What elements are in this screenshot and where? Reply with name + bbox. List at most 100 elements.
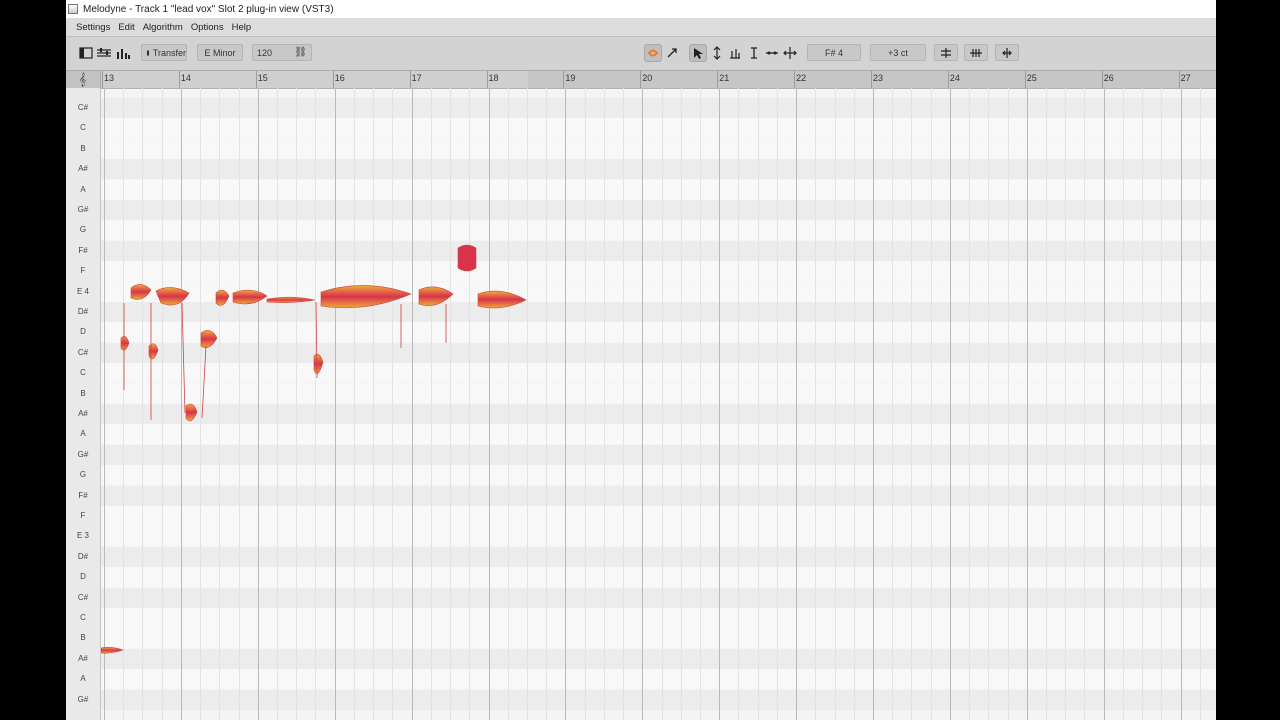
- pitch-key-label: G: [79, 225, 87, 235]
- amplitude-tool-icon[interactable]: [746, 45, 762, 61]
- pitch-key-label: C: [80, 123, 86, 133]
- ruler-bar-number: 25: [1026, 73, 1037, 83]
- ruler-tick: [102, 71, 103, 88]
- note-blob[interactable]: [477, 290, 527, 309]
- menu-algorithm[interactable]: Algorithm: [143, 22, 183, 33]
- main-tool-icon[interactable]: [644, 44, 662, 62]
- ruler-bar-number: 17: [411, 73, 422, 83]
- ruler-bar-number: 24: [949, 73, 960, 83]
- pitch-key-label: A#: [78, 653, 88, 663]
- bars-chart-icon[interactable]: [115, 45, 131, 61]
- key-selector[interactable]: E Minor: [197, 44, 243, 61]
- note-blob[interactable]: [215, 289, 230, 306]
- melodyne-window: Melodyne - Track 1 "lead vox" Slot 2 plu…: [66, 0, 1216, 720]
- note-blob[interactable]: [130, 284, 152, 300]
- pitch-key-label: C#: [77, 592, 89, 602]
- tempo-value: 120: [257, 47, 273, 58]
- menu-edit[interactable]: Edit: [118, 22, 134, 33]
- note-blob[interactable]: [155, 287, 190, 306]
- note-blob[interactable]: [185, 403, 198, 422]
- transfer-label: Transfer: [152, 47, 186, 58]
- window-title: Melodyne - Track 1 "lead vox" Slot 2 plu…: [83, 3, 334, 15]
- pitch-key-label: F#: [78, 490, 88, 500]
- clef-icon[interactable]: 𝄞: [79, 72, 86, 87]
- pitch-key-label: F#: [78, 245, 88, 255]
- pitch-key-label: G#: [77, 205, 89, 214]
- note-editor-grid[interactable]: [101, 88, 1216, 720]
- note-blob[interactable]: [320, 285, 412, 309]
- app-icon: [68, 4, 78, 14]
- ruler-tick: [717, 71, 719, 88]
- ruler-tick: [1101, 71, 1103, 88]
- ruler-tick: [486, 71, 488, 88]
- toolbar: Transfer E Minor 120 ⛓ F# 4 +3 ct: [66, 37, 1216, 71]
- pitch-readout[interactable]: F# 4: [807, 44, 861, 61]
- quantize-time-icon[interactable]: [964, 44, 988, 61]
- ruler-bar-number: 27: [1180, 73, 1191, 83]
- pitch-ruler[interactable]: C# C B A# A G# G F# F E 4 D# D C# C B A# A G# G F# F E 3 D# D C#…: [66, 88, 101, 720]
- ruler-bar-number: 26: [1103, 73, 1114, 83]
- pitch-key-label: B: [80, 388, 86, 398]
- formant-tool-icon[interactable]: [764, 45, 780, 61]
- note-blob[interactable]: [232, 289, 268, 305]
- note-blob-selected[interactable]: [457, 244, 477, 272]
- note-blob[interactable]: [120, 336, 130, 351]
- pitch-tool-icon[interactable]: [664, 45, 680, 61]
- menu-help[interactable]: Help: [232, 22, 252, 33]
- menu-settings[interactable]: Settings: [76, 22, 110, 33]
- pointer-tool-icon[interactable]: [689, 44, 707, 62]
- timeline-ruler[interactable]: 𝄞 13 14 15 16 17 18 19 20 21 22 23 24 25 26 27: [66, 71, 1216, 89]
- pitch-key-label: C: [80, 368, 86, 378]
- cents-readout[interactable]: +3 ct: [870, 44, 926, 61]
- quantize-pitch-icon[interactable]: [934, 44, 958, 61]
- cents-value: +3 ct: [888, 47, 908, 58]
- ruler-bar-number: 20: [642, 73, 653, 83]
- ruler-tick: [563, 71, 565, 88]
- link-icon[interactable]: ⛓: [294, 47, 307, 58]
- pitch-key-label: C: [80, 613, 86, 622]
- tempo-field[interactable]: 120 ⛓: [252, 44, 312, 61]
- note-blob[interactable]: [101, 647, 124, 654]
- pitch-key-label: C#: [77, 347, 89, 357]
- pitch-key-label: B: [80, 633, 86, 643]
- ruler-bar-number: 19: [565, 73, 576, 83]
- split-tool-icon[interactable]: [995, 44, 1019, 61]
- pitch-key-label: D: [80, 572, 86, 582]
- note-blob[interactable]: [418, 286, 454, 306]
- pitch-modulation-icon[interactable]: [709, 45, 725, 61]
- ruler-bar-number: 15: [257, 73, 268, 83]
- separation-tool-icon[interactable]: [782, 45, 798, 61]
- note-blob[interactable]: [266, 296, 316, 303]
- ruler-bar-number: 16: [334, 73, 345, 83]
- transfer-button[interactable]: Transfer: [141, 44, 187, 61]
- note-blob[interactable]: [148, 343, 159, 360]
- record-dot-icon: [147, 49, 149, 56]
- sliders-icon[interactable]: [96, 45, 112, 61]
- pitch-key-label: C#: [77, 103, 89, 112]
- pitch-key-label: E 4: [76, 286, 89, 296]
- note-blob[interactable]: [313, 353, 324, 374]
- pitch-key-label: F: [80, 266, 86, 276]
- menu-options[interactable]: Options: [191, 22, 224, 33]
- ruler-tick: [332, 71, 334, 88]
- pitch-value: F# 4: [824, 47, 843, 58]
- ruler-tick: [409, 71, 411, 88]
- layout-editor-icon[interactable]: [78, 45, 94, 61]
- timing-tool-icon[interactable]: [727, 45, 743, 61]
- ruler-tick: [871, 71, 872, 88]
- pitch-key-label: G#: [77, 449, 89, 459]
- pitch-key-label: G#: [77, 694, 89, 704]
- blobs-layer: [101, 244, 527, 654]
- ruler-bar-number: 22: [796, 73, 807, 83]
- ruler-bar-number: 13: [104, 73, 115, 83]
- ruler-tick: [255, 71, 257, 88]
- pitch-key-label: F: [80, 511, 86, 520]
- ruler-tick: [794, 71, 796, 88]
- pitch-key-label: A: [80, 429, 86, 439]
- pitch-key-label: E 3: [76, 531, 89, 541]
- ruler-tick: [640, 71, 642, 88]
- pitch-key-label: A#: [78, 409, 88, 418]
- note-blob[interactable]: [200, 330, 218, 349]
- ruler-bar-number: 21: [719, 73, 730, 83]
- pitch-key-label: D: [80, 327, 86, 337]
